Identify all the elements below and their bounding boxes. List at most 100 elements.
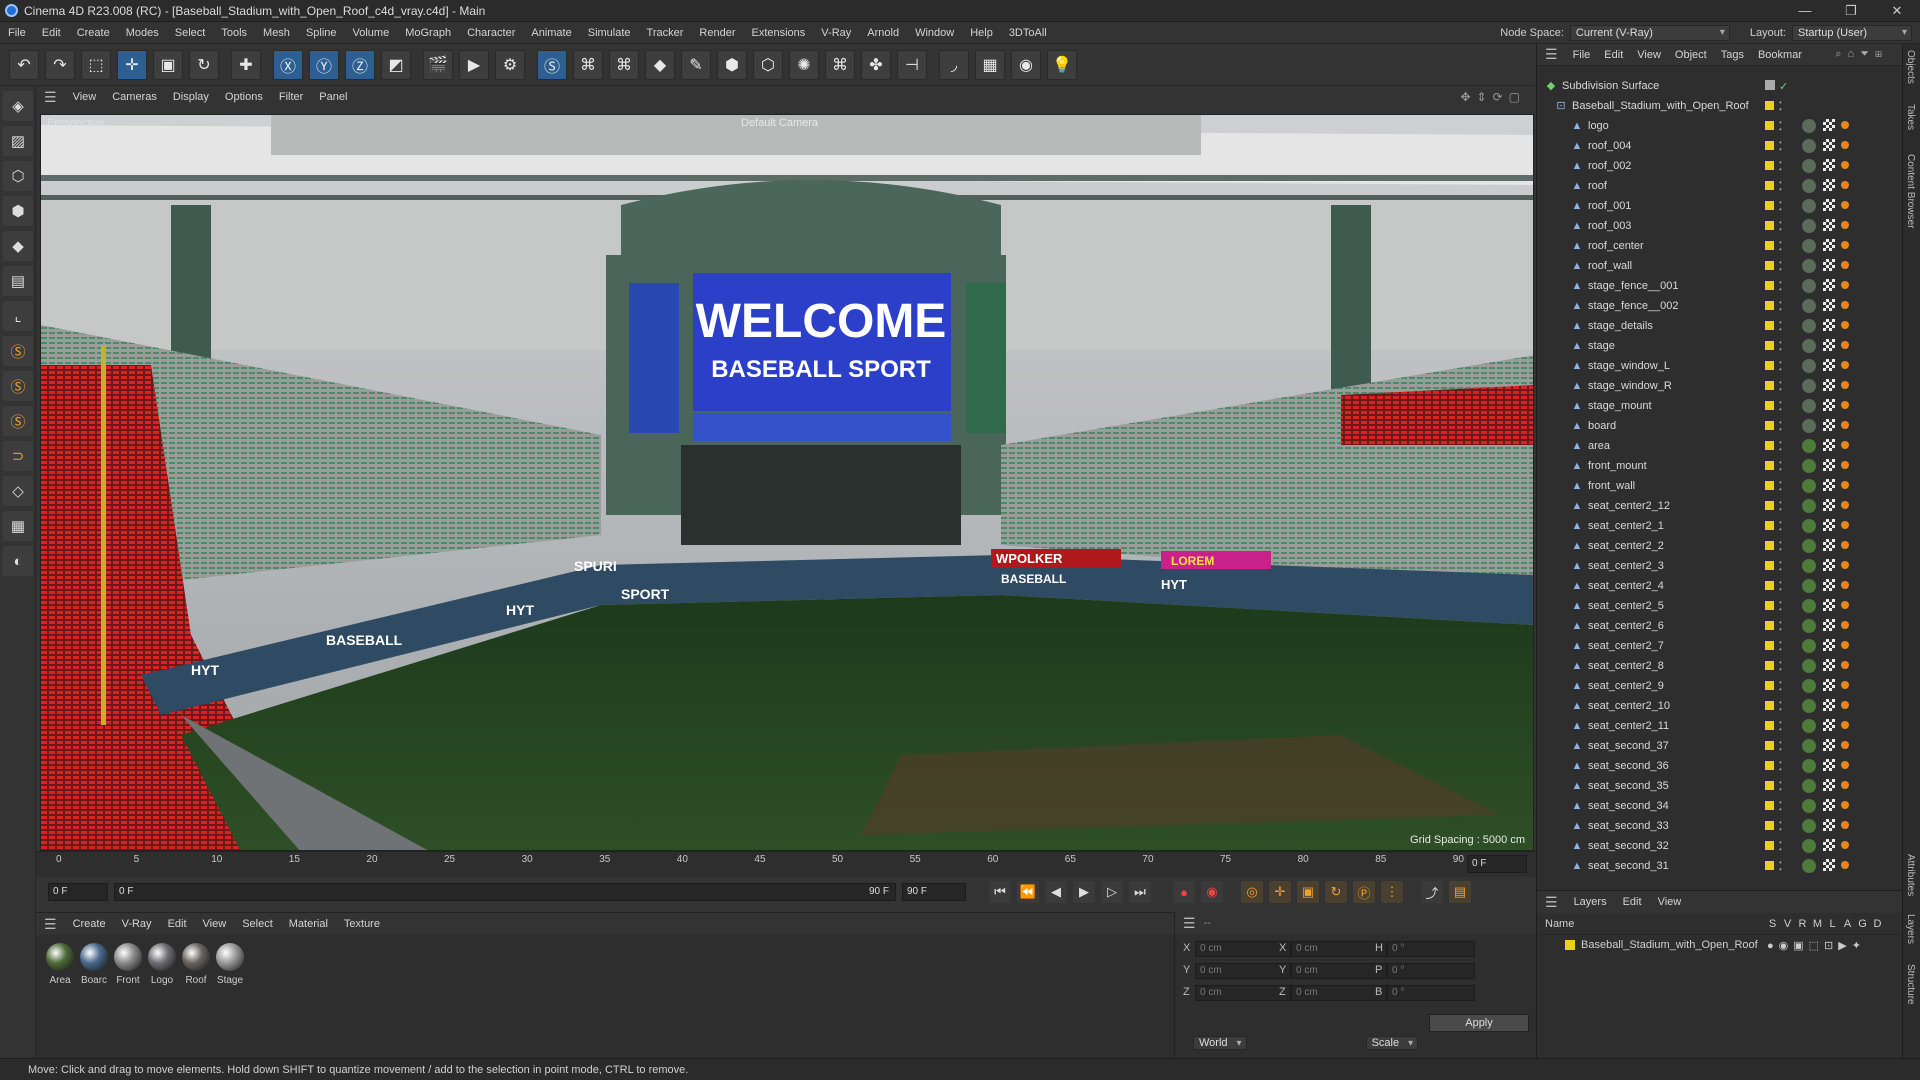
phong-tag-icon[interactable]: [1841, 621, 1849, 629]
timeline-frame-field[interactable]: 0 F: [1467, 855, 1527, 873]
phong-tag-icon[interactable]: [1841, 481, 1849, 489]
cloner-icon[interactable]: ✺: [789, 49, 819, 80]
phong-tag-icon[interactable]: [1841, 821, 1849, 829]
object-row[interactable]: ▲ seat_second_36 • •: [1537, 756, 1903, 776]
move-icon[interactable]: ✛: [117, 49, 147, 80]
material-tag-icon[interactable]: [1802, 499, 1816, 513]
vray-tag-icon[interactable]: [1823, 119, 1835, 131]
viewport-menu-cameras[interactable]: Cameras: [104, 86, 165, 108]
coord-value-field[interactable]: 0 cm: [1195, 941, 1291, 957]
material-tag-icon[interactable]: [1802, 679, 1816, 693]
vray-tag-icon[interactable]: [1823, 559, 1835, 571]
right-tab-takes[interactable]: Takes: [1905, 104, 1916, 130]
apply-button[interactable]: Apply: [1429, 1014, 1529, 1032]
visibility-dots[interactable]: • •: [1779, 659, 1783, 674]
object-row[interactable]: ▲ seat_center2_11 • •: [1537, 716, 1903, 736]
vray-tag-icon[interactable]: [1823, 259, 1835, 271]
object-row[interactable]: ▲ area • •: [1537, 436, 1903, 456]
vray-tag-icon[interactable]: [1823, 459, 1835, 471]
object-row[interactable]: ▲ seat_center2_5 • •: [1537, 596, 1903, 616]
object-row[interactable]: ▲ seat_center2_8 • •: [1537, 656, 1903, 676]
object-row[interactable]: ▲ seat_center2_1 • •: [1537, 516, 1903, 536]
material-tag-icon[interactable]: [1802, 759, 1816, 773]
menu-select[interactable]: Select: [167, 22, 214, 44]
snap-icon[interactable]: Ⓢ: [3, 336, 33, 366]
phong-tag-icon[interactable]: [1841, 661, 1849, 669]
object-row[interactable]: ▲ seat_second_32 • •: [1537, 836, 1903, 856]
visibility-dots[interactable]: • •: [1779, 119, 1783, 134]
phong-tag-icon[interactable]: [1841, 361, 1849, 369]
timeline-motion-icon[interactable]: ⤴: [1421, 881, 1443, 903]
visibility-dots[interactable]: • •: [1779, 839, 1783, 854]
material-tag-icon[interactable]: [1802, 259, 1816, 273]
polygons-mode-icon[interactable]: ◆: [3, 231, 33, 261]
object-row[interactable]: ▲ stage • •: [1537, 336, 1903, 356]
visibility-dots[interactable]: • •: [1779, 559, 1783, 574]
recent-tools-icon[interactable]: ✚: [231, 49, 261, 80]
vray-tag-icon[interactable]: [1823, 379, 1835, 391]
object-row[interactable]: ▲ seat_second_31 • •: [1537, 856, 1903, 876]
material-tag-icon[interactable]: [1802, 599, 1816, 613]
object-row[interactable]: ▲ stage_fence__001 • •: [1537, 276, 1903, 296]
vray-tag-icon[interactable]: [1823, 679, 1835, 691]
phong-tag-icon[interactable]: [1841, 541, 1849, 549]
viewport-label[interactable]: Perspective: [47, 117, 104, 129]
menu-edit[interactable]: Edit: [34, 22, 69, 44]
menu-3dtoall[interactable]: 3DToAll: [1001, 22, 1055, 44]
end-frame-field[interactable]: 90 F: [902, 883, 966, 901]
snap-settings-icon[interactable]: Ⓢ: [3, 371, 33, 401]
prev-key-icon[interactable]: ⏪: [1017, 881, 1039, 903]
visibility-dots[interactable]: • •: [1779, 319, 1783, 334]
object-row[interactable]: ▲ front_mount • •: [1537, 456, 1903, 476]
material-tag-icon[interactable]: [1802, 239, 1816, 253]
texture-mode-icon[interactable]: ▨: [3, 126, 33, 156]
menu-character[interactable]: Character: [459, 22, 523, 44]
phong-tag-icon[interactable]: [1841, 861, 1849, 869]
material-tag-icon[interactable]: [1802, 639, 1816, 653]
phong-tag-icon[interactable]: [1841, 761, 1849, 769]
vray-tag-icon[interactable]: [1823, 199, 1835, 211]
menu-file[interactable]: File: [0, 22, 34, 44]
material-tag-icon[interactable]: [1802, 819, 1816, 833]
visibility-dots[interactable]: • •: [1779, 299, 1783, 314]
phong-tag-icon[interactable]: [1841, 381, 1849, 389]
layer-row[interactable]: Baseball_Stadium_with_Open_Roof ●◉▣⬚⊡▶✦: [1537, 935, 1902, 955]
prev-frame-icon[interactable]: ◀: [1045, 881, 1067, 903]
object-row[interactable]: ▲ seat_center2_12 • •: [1537, 496, 1903, 516]
phong-tag-icon[interactable]: [1841, 261, 1849, 269]
object-row[interactable]: ▲ roof_center • •: [1537, 236, 1903, 256]
object-row[interactable]: ▲ stage_fence__002 • •: [1537, 296, 1903, 316]
object-row[interactable]: ▲ board • •: [1537, 416, 1903, 436]
vray-snap-icon[interactable]: Ⓢ: [3, 406, 33, 436]
vray-tag-icon[interactable]: [1823, 479, 1835, 491]
phong-tag-icon[interactable]: [1841, 321, 1849, 329]
object-row[interactable]: ▲ stage_window_L • •: [1537, 356, 1903, 376]
material-tag-icon[interactable]: [1802, 359, 1816, 373]
material-tag-icon[interactable]: [1802, 779, 1816, 793]
visibility-dots[interactable]: • •: [1779, 719, 1783, 734]
phong-tag-icon[interactable]: [1841, 461, 1849, 469]
cube-icon[interactable]: ◆: [645, 49, 675, 80]
grid-icon[interactable]: ▦: [3, 511, 33, 541]
material-tag-icon[interactable]: [1802, 559, 1816, 573]
vray-tag-icon[interactable]: [1823, 819, 1835, 831]
vray-tag-icon[interactable]: [1823, 519, 1835, 531]
redo-icon[interactable]: ↷: [45, 49, 75, 80]
object-row[interactable]: ▲ seat_second_37 • •: [1537, 736, 1903, 756]
render-settings-icon[interactable]: ⚙: [495, 49, 525, 80]
python2-icon[interactable]: ⌘: [609, 49, 639, 80]
visibility-dots[interactable]: • •: [1779, 379, 1783, 394]
material-menu-edit[interactable]: Edit: [160, 913, 195, 935]
menu-tools[interactable]: Tools: [213, 22, 255, 44]
menu-animate[interactable]: Animate: [523, 22, 579, 44]
object-row[interactable]: ▲ roof_002 • •: [1537, 156, 1903, 176]
layer-menu-layers[interactable]: Layers: [1566, 896, 1615, 908]
vray-tag-icon[interactable]: [1823, 499, 1835, 511]
visibility-dots[interactable]: • •: [1779, 539, 1783, 554]
key-position-icon[interactable]: ✛: [1269, 881, 1291, 903]
vray-icon[interactable]: Ⓢ: [537, 49, 567, 80]
coord-value-field[interactable]: 0 cm: [1291, 985, 1387, 1001]
z-axis-icon[interactable]: Ⓩ: [345, 49, 375, 80]
material-item[interactable]: Area: [44, 943, 76, 986]
coord-value-field[interactable]: 0 cm: [1291, 941, 1387, 957]
